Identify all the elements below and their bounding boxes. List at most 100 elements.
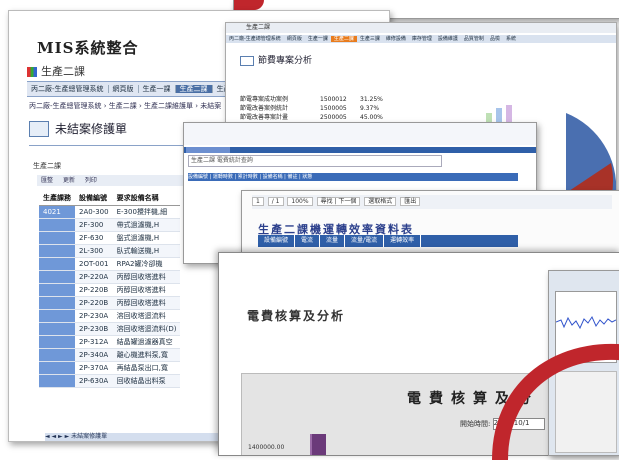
report-sheet: 電費核算及分 開始時間: 2005/10/1 1400000.00 — [241, 373, 573, 455]
column-tabs[interactable]: 設備編號 | 運轉時數 | 累計時數 | 設備名稱 | 備註 | 狀態 — [188, 173, 518, 181]
list-cell: 1500012 — [320, 96, 347, 103]
equipment-id-cell: 2P-370A — [75, 361, 113, 375]
repair-order-table: 生產課務 設備編號 要求設備名稱 4021 2A0-300 E-300攪拌機,細 2F… — [39, 191, 181, 388]
dept-cell — [39, 335, 75, 349]
logo-label: 生產二課 — [41, 65, 85, 78]
toolbar-print-button[interactable]: 列印 — [81, 177, 101, 184]
breadcrumb[interactable]: 丙二廠-生產總管理系統 › 生產二課 › 生產二課維護單 › 未結案 — [29, 101, 221, 111]
menu-item[interactable]: 生產一課 — [305, 36, 331, 42]
equipment-id-cell: 2P-230B — [75, 322, 113, 336]
table-row[interactable]: 2P-370A 再結晶泵出口,寬 — [39, 361, 181, 375]
menu-item[interactable]: 網頁版 — [108, 85, 139, 93]
equipment-name-cell: 結晶罐過濾器真空 — [112, 335, 181, 349]
trend-plot — [555, 291, 617, 363]
dept-cell — [39, 231, 75, 245]
table-row[interactable]: 2F-630 盤式過濾機,H — [39, 231, 181, 245]
table-row[interactable]: 4021 2A0-300 E-300攪拌機,細 — [39, 205, 181, 219]
table-row[interactable]: 2P-630A 回收結晶出料泵 — [39, 374, 181, 388]
search-input[interactable]: 生產二課 電費統計查詢 — [188, 155, 442, 167]
table-row[interactable]: 2P-312A 結晶罐過濾器真空 — [39, 335, 181, 349]
column-header: 流量/電流 — [345, 235, 385, 247]
table-row[interactable]: 2OT-001 RPA2罐冷卻機 — [39, 257, 181, 271]
list-item: 節電改善專案計畫 2500005 45.00% — [240, 113, 400, 122]
table-row[interactable]: 2F-300 帶式過濾機,H — [39, 218, 181, 232]
menu-item[interactable]: 生產三課 — [357, 36, 383, 42]
column-header[interactable]: 生產課務 — [39, 191, 75, 206]
equipment-id-cell: 2P-340A — [75, 348, 113, 362]
table-row[interactable]: 2P-230B 溶回收塔迴流料(D) — [39, 322, 181, 336]
dept-cell — [39, 283, 75, 297]
nav-strip-active[interactable] — [186, 147, 230, 153]
zoom-select[interactable]: 100% — [287, 197, 313, 206]
dept-cell — [39, 296, 75, 310]
dept-cell — [39, 348, 75, 362]
equipment-name-cell: E-300攪拌機,細 — [112, 205, 181, 219]
menu-item[interactable]: 品質管制 — [461, 36, 487, 42]
page-input[interactable]: 1 — [252, 197, 264, 206]
logo-bars-icon — [27, 67, 37, 77]
table-row[interactable]: 2L-300 臥式輸送機,H — [39, 244, 181, 258]
y-axis-value: 1400000.00 — [248, 444, 285, 451]
column-header[interactable]: 設備編號 — [75, 191, 113, 206]
dept-cell: 4021 — [39, 205, 75, 219]
dept-cell — [39, 309, 75, 323]
report-toolbar: 1 / 1 100% 尋找 | 下一個 選取格式 匯出 — [252, 195, 612, 209]
menu-item-active[interactable]: 生產二課 — [330, 36, 357, 42]
find-input[interactable]: 尋找 | 下一個 — [316, 197, 361, 206]
page-title: MIS系統整合 — [37, 39, 139, 57]
menu-bar: 丙二廠-生產總管理系統 網頁版 生產一課 生產二課 生產三課 維修設備 庫存管理 設備維護 品質… — [226, 35, 616, 43]
toolbar-refresh-button[interactable]: 更新 — [59, 177, 79, 184]
menu-item[interactable]: 品檢 — [487, 36, 503, 42]
menu-item[interactable]: 生產一課 — [138, 85, 176, 93]
equipment-id-cell: 2F-300 — [75, 218, 113, 232]
equipment-name-cell: RPA2罐冷卻機 — [112, 257, 181, 271]
table-row[interactable]: 2P-220B 丙醇回收塔進料 — [39, 283, 181, 297]
column-header: 電流 — [295, 235, 321, 247]
dept-cell — [39, 257, 75, 271]
list-cell: 9.37% — [360, 105, 380, 112]
menu-item[interactable]: 系統 — [503, 36, 519, 42]
equipment-id-cell: 2P-630A — [75, 374, 113, 388]
list-cell: 節電專案成功案例 — [240, 96, 289, 103]
list-cell: 45.00% — [360, 114, 383, 121]
dept-cell — [39, 244, 75, 258]
date-input[interactable]: 2005/10/1 — [492, 418, 545, 430]
format-select[interactable]: 選取格式 — [364, 197, 397, 206]
menu-item[interactable]: 丙二廠-生產總管理系統 — [27, 85, 109, 93]
list-item: 節電改善案例統計 1500005 9.37% — [240, 104, 400, 113]
equipment-name-cell: 臥式輸送機,H — [112, 244, 181, 258]
equipment-id-cell: 2P-220B — [75, 296, 113, 310]
list-cell: 2500005 — [320, 114, 347, 121]
equipment-id-cell: 2L-300 — [75, 244, 113, 258]
table-row[interactable]: 2P-220A 丙醇回收塔進料 — [39, 270, 181, 284]
menu-item[interactable]: 設備維護 — [435, 36, 461, 42]
export-button[interactable]: 匯出 — [400, 197, 421, 206]
chart-bar — [310, 434, 326, 455]
dept-cell — [39, 322, 75, 336]
equipment-name-cell: 帶式過濾機,H — [112, 218, 181, 232]
column-header[interactable]: 要求設備名稱 — [112, 191, 181, 206]
menu-item[interactable]: 維修設備 — [383, 36, 409, 42]
date-label: 開始時間: — [460, 420, 491, 428]
column-header: 運轉效率 — [384, 235, 422, 247]
equipment-id-cell: 2A0-300 — [75, 205, 113, 219]
form-icon — [240, 55, 254, 66]
menu-item-active[interactable]: 生產二課 — [175, 85, 213, 93]
dept-cell — [39, 374, 75, 388]
pager-label: 未結案修護單 — [71, 433, 108, 440]
toolbar-summary-button[interactable]: 匯整 — [37, 177, 57, 184]
menu-item[interactable]: 庫存管理 — [409, 36, 435, 42]
form-icon — [29, 121, 49, 137]
equipment-id-cell: 2P-220A — [75, 270, 113, 284]
table-row[interactable]: 2P-220B 丙醇回收塔進料 — [39, 296, 181, 310]
department-logo: 生產二課 — [27, 63, 85, 79]
menu-item[interactable]: 丙二廠-生產總管理系統 — [226, 36, 284, 42]
window-title-bar: 生產二課 — [226, 23, 616, 33]
table-row[interactable]: 2P-340A 離心機進料泵,寬 — [39, 348, 181, 362]
equipment-id-cell: 2P-230A — [75, 309, 113, 323]
equipment-name-cell: 丙醇回收塔進料 — [112, 283, 181, 297]
list-cell: 31.25% — [360, 96, 383, 103]
equipment-id-cell: 2OT-001 — [75, 257, 113, 271]
menu-item[interactable]: 網頁版 — [284, 36, 305, 42]
table-row[interactable]: 2P-230A 溶回收塔迴流料 — [39, 309, 181, 323]
